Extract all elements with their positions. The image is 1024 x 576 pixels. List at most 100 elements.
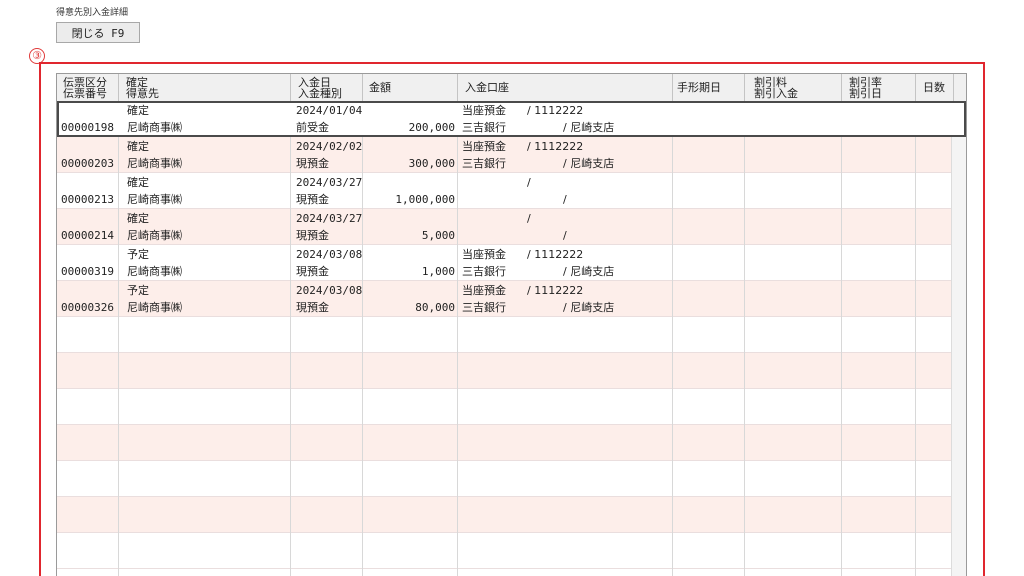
header-amount-label: 金額 [369, 81, 391, 94]
payment-grid: 伝票区分 伝票番号 確定 得意先 入金日 入金種別 金額 入金口座 手形期日 割… [56, 73, 967, 576]
cell-bank [462, 192, 526, 208]
cell-acct-type: 当座預金 [462, 104, 506, 117]
cell-acct-no: / 1112222 [527, 140, 584, 153]
vertical-scrollbar[interactable] [951, 101, 966, 576]
cell-acct-type: 当座預金 [462, 140, 506, 153]
cell-kind: 前受金 [296, 121, 329, 134]
cell-branch: / 尼崎支店 [563, 301, 615, 314]
cell-slip-no: 00000213 [61, 193, 114, 206]
header-slip-type-no[interactable]: 伝票区分 伝票番号 [63, 74, 119, 101]
column-divider [457, 101, 458, 576]
cell-status: 確定 [127, 104, 149, 117]
cell-amount: 200,000 [408, 121, 455, 134]
table-row[interactable] [57, 461, 966, 497]
header-account[interactable]: 入金口座 [465, 74, 665, 101]
cell-date: 2024/01/04 [296, 104, 362, 117]
cell-acct-type: 当座預金 [462, 248, 506, 261]
column-divider [744, 101, 745, 576]
cell-customer: 尼崎商事㈱ [127, 157, 182, 170]
cell-customer: 尼崎商事㈱ [127, 121, 182, 134]
cell-date: 2024/03/27 [296, 212, 362, 225]
cell-acct-no: / [527, 212, 531, 225]
cell-date: 2024/03/08 [296, 284, 362, 297]
cell-branch: / 尼崎支店 [563, 265, 615, 278]
cell-customer: 尼崎商事㈱ [127, 265, 182, 278]
cell-date: 2024/02/02 [296, 140, 362, 153]
cell-acct-no: / 1112222 [527, 104, 584, 117]
cell-branch: / 尼崎支店 [563, 121, 615, 134]
cell-acct-no: / 1112222 [527, 248, 584, 261]
cell-customer: 尼崎商事㈱ [127, 193, 182, 206]
cell-branch: / [563, 193, 567, 206]
table-row[interactable] [57, 497, 966, 533]
cell-kind: 現預金 [296, 157, 329, 170]
table-row[interactable] [57, 353, 966, 389]
cell-branch: / 尼崎支店 [563, 157, 615, 170]
header-divider [953, 74, 954, 101]
column-divider [672, 101, 673, 576]
grid-header: 伝票区分 伝票番号 確定 得意先 入金日 入金種別 金額 入金口座 手形期日 割… [57, 74, 966, 102]
cell-kind: 現預金 [296, 193, 329, 206]
header-divider [362, 74, 363, 101]
header-slip-no: 伝票番号 [63, 87, 107, 100]
column-divider [290, 101, 291, 576]
table-row[interactable] [57, 317, 966, 353]
cell-kind: 現預金 [296, 301, 329, 314]
header-fee-deposit[interactable]: 割引料 割引入金 [754, 74, 840, 101]
table-row[interactable] [57, 533, 966, 569]
cell-date: 2024/03/08 [296, 248, 362, 261]
header-date-kind[interactable]: 入金日 入金種別 [298, 74, 362, 101]
cell-slip-no: 00000214 [61, 229, 114, 242]
cell-acct-type: 当座預金 [462, 284, 506, 297]
cell-bank: 三吉銀行 [462, 265, 506, 278]
column-divider [362, 101, 363, 576]
header-divider [915, 74, 916, 101]
header-note-due-label: 手形期日 [677, 81, 721, 94]
column-divider [915, 101, 916, 576]
header-divider [744, 74, 745, 101]
table-row[interactable] [57, 425, 966, 461]
cell-bank: 三吉銀行 [462, 157, 506, 170]
cell-kind: 現預金 [296, 229, 329, 242]
column-divider [118, 101, 119, 576]
header-days[interactable]: 日数 [923, 74, 953, 101]
table-row[interactable]: 確定 00000213 尼崎商事㈱ 2024/03/27 現預金 1,000,000 / / [57, 173, 966, 209]
cell-status: 予定 [127, 248, 149, 261]
close-button[interactable]: 閉じる F9 [56, 22, 140, 43]
header-divider [457, 74, 458, 101]
header-rate-date[interactable]: 割引率 割引日 [849, 74, 913, 101]
cell-acct-type [462, 175, 526, 191]
header-amount[interactable]: 金額 [369, 74, 457, 101]
header-disc-date: 割引日 [849, 87, 882, 100]
cell-slip-no: 00000198 [61, 121, 114, 134]
table-row[interactable]: 確定 00000214 尼崎商事㈱ 2024/03/27 現預金 5,000 / / [57, 209, 966, 245]
cell-bank [462, 228, 526, 244]
header-customer: 得意先 [126, 87, 159, 100]
header-disc-deposit: 割引入金 [754, 87, 798, 100]
header-divider [290, 74, 291, 101]
cell-date: 2024/03/27 [296, 176, 362, 189]
cell-kind: 現預金 [296, 265, 329, 278]
header-days-label: 日数 [923, 81, 945, 94]
cell-acct-type [462, 211, 526, 227]
cell-slip-no: 00000203 [61, 157, 114, 170]
cell-amount: 300,000 [408, 157, 455, 170]
header-divider [841, 74, 842, 101]
cell-amount: 5,000 [421, 229, 455, 242]
table-row[interactable]: 予定 00000319 尼崎商事㈱ 2024/03/08 現預金 1,000 当座預金 / 1… [57, 245, 966, 281]
table-row[interactable] [57, 389, 966, 425]
cell-amount: 1,000 [421, 265, 455, 278]
table-row[interactable]: 確定 00000203 尼崎商事㈱ 2024/02/02 現預金 300,000 当座預金 /… [57, 137, 966, 173]
table-row[interactable]: 確定 00000198 尼崎商事㈱ 2024/01/04 前受金 200,000 当座預金 /… [57, 101, 966, 137]
cell-amount: 1,000,000 [395, 193, 455, 206]
cell-slip-no: 00000319 [61, 265, 114, 278]
cell-acct-no: / 1112222 [527, 284, 584, 297]
table-row[interactable]: 予定 00000326 尼崎商事㈱ 2024/03/08 現預金 80,000 当座預金 / … [57, 281, 966, 317]
header-status-customer[interactable]: 確定 得意先 [126, 74, 286, 101]
header-kind: 入金種別 [298, 87, 342, 100]
cell-status: 確定 [127, 212, 149, 225]
cell-acct-no: / [527, 176, 531, 189]
cell-bank: 三吉銀行 [462, 121, 506, 134]
header-note-due[interactable]: 手形期日 [677, 74, 743, 101]
page-title: 得意先別入金詳細 [56, 8, 129, 18]
